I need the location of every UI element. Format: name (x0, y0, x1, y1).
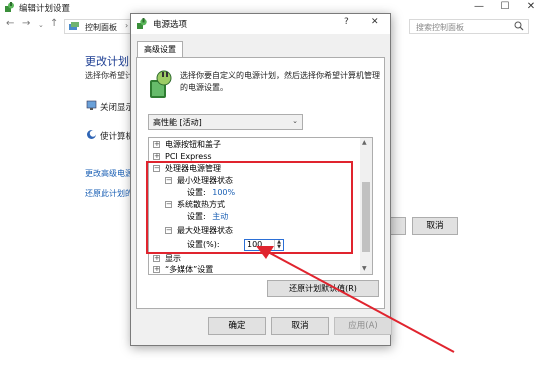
forward-arrow-icon[interactable]: → (22, 18, 30, 29)
dialog-title: 电源选项 (153, 20, 188, 30)
scroll-down-icon[interactable]: ▼ (362, 265, 367, 272)
change-advanced-link[interactable]: 更改高级电源 (85, 168, 133, 179)
search-input[interactable]: 搜索控制面板 (409, 19, 529, 34)
power-options-icon (5, 2, 14, 12)
control-panel-icon (69, 22, 79, 30)
tree-item-multimedia[interactable]: + “多媒体”设置 (153, 264, 213, 274)
cancel-button[interactable]: 取消 (271, 317, 329, 335)
option-sleep: 使计算机 (100, 132, 135, 142)
tree-scrollbar[interactable]: ▲ ▼ (360, 138, 372, 274)
plan-dropdown[interactable]: 高性能 [活动] ⌄ (148, 114, 303, 130)
scrollbar-thumb[interactable] (362, 182, 370, 252)
breadcrumb-chevron-icon[interactable]: › (125, 21, 128, 30)
restore-plan-link[interactable]: 还原此计划的 (85, 188, 133, 199)
bg-cancel-button[interactable]: 取消 (412, 217, 458, 235)
dialog-description: 选择你要自定义的电源计划，然后选择你希望计算机管理的电源设置。 (180, 71, 380, 92)
plan-selected-value: 高性能 [活动] (153, 118, 202, 127)
back-arrow-icon[interactable]: ← (6, 18, 14, 29)
tab-advanced-settings[interactable]: 高级设置 (137, 41, 183, 58)
battery-plug-icon (150, 70, 172, 98)
tree-item-power-buttons[interactable]: + 电源按钮和盖子 (153, 139, 221, 151)
power-options-icon (137, 18, 147, 29)
moon-icon (87, 130, 97, 139)
maximize-button[interactable]: ☐ (492, 0, 518, 16)
monitor-icon (86, 100, 97, 110)
dialog-close-button[interactable]: ✕ (371, 17, 379, 27)
restore-defaults-button[interactable]: 还原计划默认值(R) (267, 280, 379, 297)
up-arrow-icon[interactable]: ↑ (50, 18, 58, 29)
option-display-off: 关闭显示 (100, 103, 135, 113)
recent-chevron-icon[interactable]: ⌄ (38, 21, 44, 29)
dialog-titlebar: 电源选项 ? ✕ (131, 14, 390, 34)
expand-icon[interactable]: + (153, 255, 160, 262)
help-button[interactable]: ? (344, 17, 349, 27)
close-window-button[interactable]: ✕ (518, 0, 544, 16)
highlight-box (146, 161, 353, 254)
minimize-button[interactable]: — (466, 0, 492, 16)
expand-icon[interactable]: + (153, 141, 160, 148)
bg-window-title: 编辑计划设置 (19, 4, 71, 14)
expand-icon[interactable]: + (153, 153, 160, 160)
expand-icon[interactable]: + (153, 266, 160, 273)
search-icon (514, 21, 524, 31)
address-crumb[interactable]: 控制面板 (85, 22, 117, 33)
apply-button[interactable]: 应用(A) (334, 317, 392, 335)
scroll-up-icon[interactable]: ▲ (362, 139, 367, 146)
chevron-down-icon: ⌄ (292, 117, 298, 125)
search-placeholder: 搜索控制面板 (416, 23, 464, 32)
ok-button[interactable]: 确定 (208, 317, 266, 335)
